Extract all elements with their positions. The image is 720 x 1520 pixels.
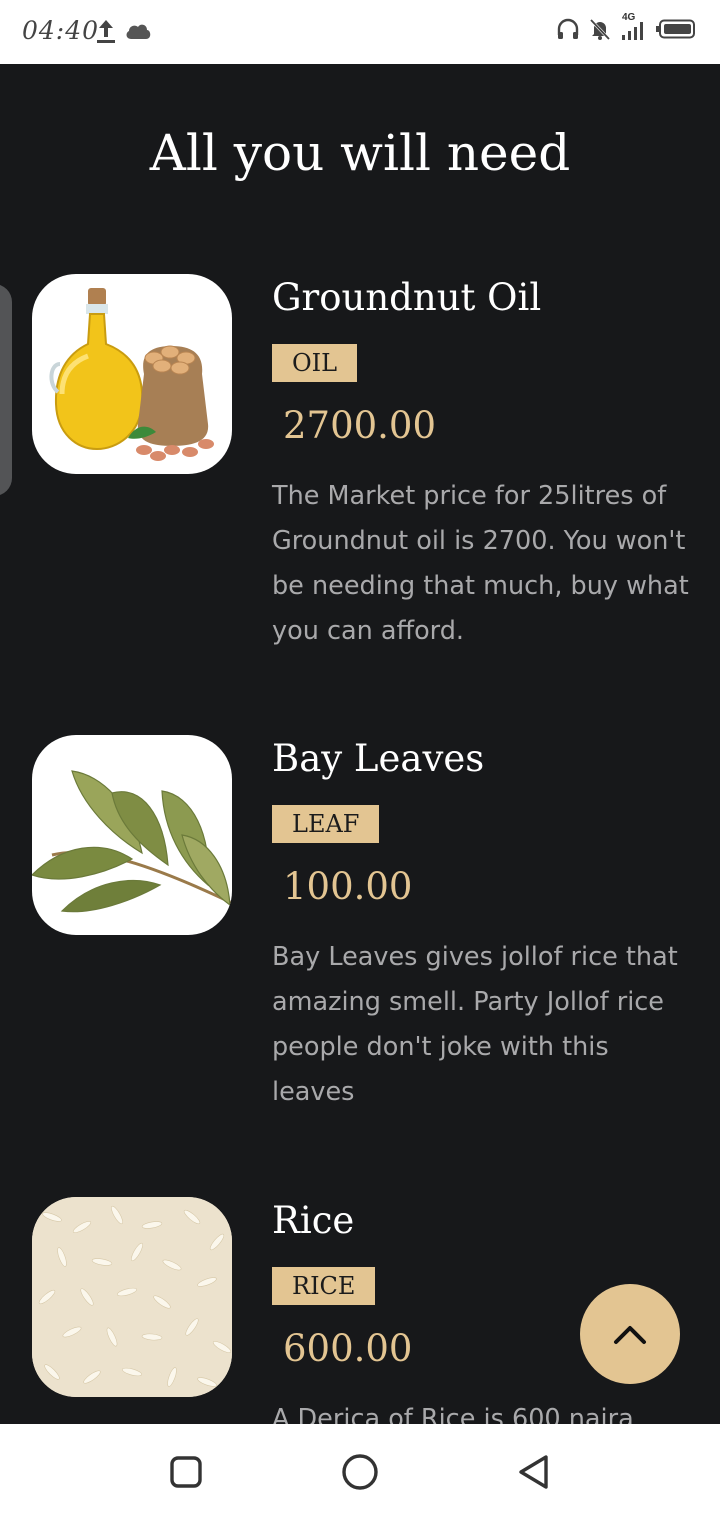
headphones-icon <box>557 18 579 39</box>
item-price: 600.00 <box>283 1327 413 1370</box>
item-price: 100.00 <box>283 865 413 908</box>
page-title: All you will need <box>149 124 571 182</box>
triangle-back-icon[interactable] <box>516 1454 552 1490</box>
item-name: Bay Leaves <box>272 737 485 780</box>
bell-off-icon <box>589 18 611 41</box>
item-category-tag: LEAF <box>272 805 380 843</box>
item-name: Groundnut Oil <box>272 276 542 319</box>
scroll-to-top-button[interactable] <box>580 1284 680 1384</box>
status-icons: 4G <box>556 12 696 42</box>
item-image-bay-leaves <box>32 735 232 935</box>
item-name: Rice <box>272 1199 355 1242</box>
item-image-groundnut-oil <box>32 274 232 474</box>
item-image-rice <box>32 1197 232 1397</box>
chevron-up-icon <box>614 1326 646 1344</box>
item-category-tag: RICE <box>272 1267 376 1305</box>
status-bar: 04:40 4G <box>0 0 720 64</box>
system-nav-bar <box>0 1424 720 1520</box>
item-category-tag: OIL <box>272 344 358 382</box>
signal-bars-icon: 4G <box>620 12 648 42</box>
item-description: Bay Leaves gives jollof rice that amazin… <box>272 942 678 1107</box>
cloud-icon <box>126 24 151 39</box>
edge-drawer-handle[interactable] <box>0 284 12 496</box>
item-price: 2700.00 <box>283 404 437 447</box>
battery-icon <box>656 19 695 39</box>
status-time: 04:40 <box>22 16 100 45</box>
item-description: The Market price for 25litres of Groundn… <box>272 481 689 646</box>
circle-icon[interactable] <box>340 1454 380 1494</box>
square-icon[interactable] <box>168 1454 204 1490</box>
upload-arrow-icon <box>97 20 115 43</box>
